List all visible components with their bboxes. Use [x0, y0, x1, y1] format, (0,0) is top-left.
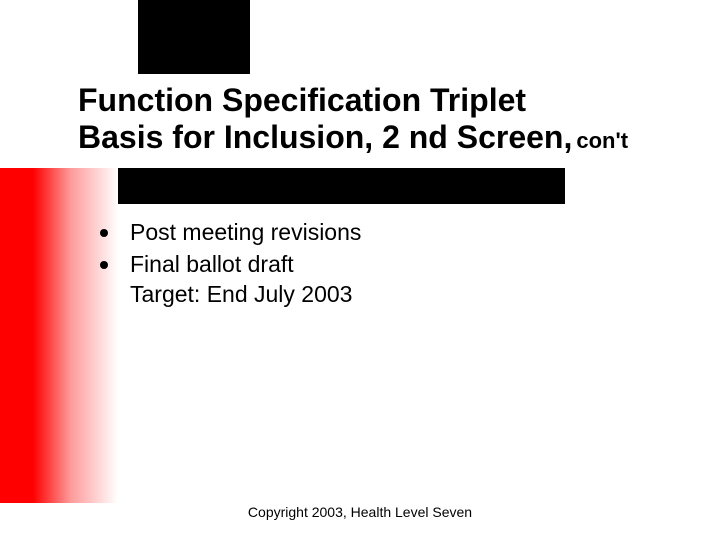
list-item: Final ballot draftTarget: End July 2003	[100, 250, 660, 310]
title-continued: con't	[576, 128, 628, 153]
bullet-text: Final ballot draftTarget: End July 2003	[130, 250, 352, 310]
list-item: Post meeting revisions	[100, 218, 660, 248]
bullet-list: Post meeting revisions Final ballot draf…	[100, 218, 660, 312]
bullet-icon	[100, 229, 108, 237]
slide-title: Function Specification Triplet Basis for…	[78, 82, 690, 156]
bullet-icon	[100, 261, 108, 269]
title-line-1: Function Specification Triplet	[78, 82, 690, 119]
title-line-2: Basis for Inclusion, 2 nd Screen,	[78, 119, 572, 156]
footer-copyright: Copyright 2003, Health Level Seven	[0, 504, 720, 520]
bullet-text: Post meeting revisions	[130, 218, 361, 248]
title-line-2-wrap: Basis for Inclusion, 2 nd Screen, con't	[78, 119, 690, 156]
decorative-top-block	[138, 0, 250, 74]
